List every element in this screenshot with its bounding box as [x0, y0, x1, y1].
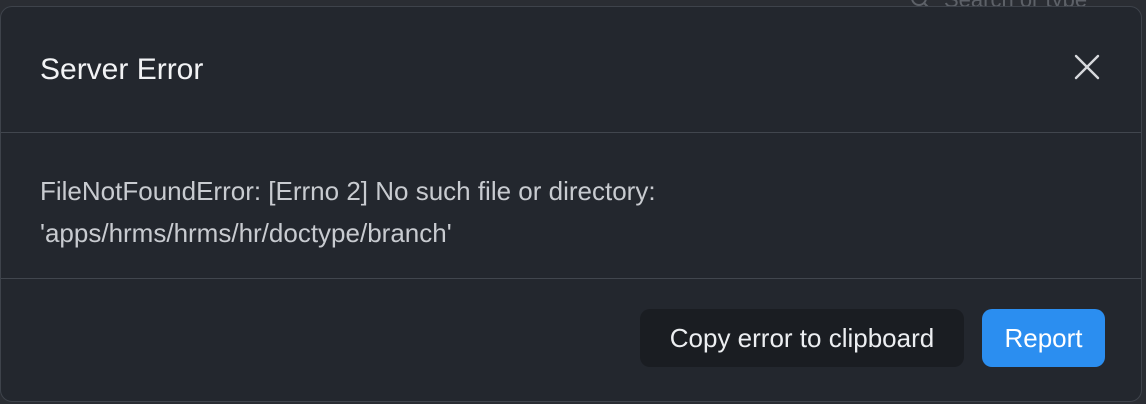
report-button[interactable]: Report [982, 309, 1105, 367]
error-message: FileNotFoundError: [Errno 2] No such fil… [40, 170, 1100, 254]
page-backdrop: Search or type Server Error FileNotFound… [0, 0, 1146, 404]
error-message-line-1: FileNotFoundError: [Errno 2] No such fil… [40, 176, 656, 206]
close-button[interactable] [1071, 52, 1103, 84]
dialog-footer: Copy error to clipboard Report [1, 279, 1141, 401]
dialog-body: FileNotFoundError: [Errno 2] No such fil… [1, 133, 1141, 279]
close-icon [1074, 54, 1100, 83]
copy-error-button[interactable]: Copy error to clipboard [640, 309, 964, 367]
server-error-dialog: Server Error FileNotFoundError: [Errno 2… [0, 6, 1142, 402]
error-message-line-2: 'apps/hrms/hrms/hr/doctype/branch' [40, 218, 452, 248]
dialog-header: Server Error [1, 7, 1141, 133]
dialog-title: Server Error [40, 53, 204, 86]
